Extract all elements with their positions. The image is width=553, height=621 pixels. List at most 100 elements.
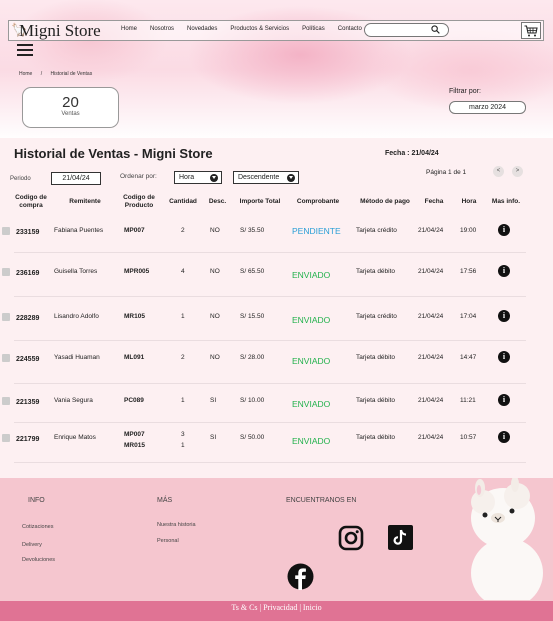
purchase-code: 236169	[16, 270, 40, 277]
total-amount: S/ 28.00	[240, 354, 265, 361]
row-checkbox[interactable]	[2, 313, 10, 321]
nav-contacto[interactable]: Contacto	[338, 26, 362, 32]
payment-method: Tarjeta débito	[356, 354, 396, 361]
row-checkbox[interactable]	[2, 354, 10, 362]
footer-link-delivery[interactable]: Delivery	[22, 542, 42, 548]
col-mas-info: Mas info.	[491, 198, 521, 205]
tiktok-icon[interactable]	[388, 525, 413, 550]
quantity: 3	[181, 431, 185, 438]
sale-date: 21/04/24	[418, 397, 444, 404]
sender-name: Fabiana Puentes	[54, 227, 104, 234]
menu-icon[interactable]	[17, 44, 33, 57]
row-divider	[14, 296, 526, 297]
total-amount: S/ 35.50	[240, 227, 265, 234]
sale-time: 19:00	[460, 227, 477, 234]
status-badge: ENVIADO	[292, 436, 331, 446]
purchase-code: 233159	[16, 229, 40, 236]
total-amount: S/ 10.00	[240, 397, 265, 404]
brand-name[interactable]: Migni Store	[19, 21, 101, 41]
footer-bottom-links[interactable]: Ts & Cs | Privacidad | Inicio	[0, 601, 553, 621]
order-direction-select[interactable]: Descendente	[233, 171, 299, 184]
instagram-icon[interactable]	[338, 525, 364, 551]
payment-method: Tarjeta débito	[356, 434, 396, 441]
info-icon[interactable]: i	[498, 265, 510, 277]
nav-novedades[interactable]: Novedades	[187, 26, 217, 32]
col-hora: Hora	[461, 198, 477, 205]
sale-time: 10:57	[460, 434, 477, 441]
footer-link-devoluciones[interactable]: Devoluciones	[22, 557, 55, 563]
prev-page-button[interactable]: <	[493, 166, 504, 177]
quantity: 1	[181, 442, 185, 449]
sales-count-value: 20	[62, 94, 79, 111]
nav-productos[interactable]: Productos & Servicios	[230, 26, 289, 32]
footer-link-personal[interactable]: Personal	[157, 538, 179, 544]
filter-month-select[interactable]: marzo 2024	[449, 101, 526, 114]
sale-date: 21/04/24	[418, 434, 444, 441]
total-amount: S/ 65.50	[240, 268, 265, 275]
col-codigo-producto: Codigo de Producto	[123, 194, 155, 209]
footer-info-title: INFO	[28, 497, 45, 504]
footer-social-title: ENCUENTRANOS EN	[286, 497, 357, 504]
discount: NO	[210, 268, 220, 275]
col-importe: Importe Total	[239, 198, 281, 205]
status-badge: ENVIADO	[292, 315, 331, 325]
footer-link-cotizaciones[interactable]: Cotizaciones	[22, 524, 54, 530]
sales-count-card: 20 Ventas	[22, 87, 119, 128]
sender-name: Guisella Torres	[54, 268, 98, 275]
order-field-select[interactable]: Hora	[174, 171, 222, 184]
period-label: Periodo	[10, 176, 31, 182]
info-icon[interactable]: i	[498, 394, 510, 406]
row-checkbox[interactable]	[2, 268, 10, 276]
page: 🦙 Migni Store Home Nosotros Novedades Pr…	[0, 0, 553, 621]
row-checkbox[interactable]	[2, 397, 10, 405]
payment-method: Tarjeta débito	[356, 268, 396, 275]
col-cantidad: Cantidad	[169, 198, 197, 205]
sender-name: Enrique Matos	[54, 434, 96, 441]
row-divider	[14, 422, 526, 423]
product-code: ML091	[124, 354, 145, 361]
purchase-code: 228289	[16, 315, 40, 322]
quantity: 1	[181, 397, 185, 404]
col-codigo-compra: Codigo de compra	[15, 194, 47, 209]
col-remitente: Remitente	[69, 198, 101, 205]
sender-name: Yasadi Huaman	[54, 354, 100, 361]
period-input[interactable]: 21/04/24	[51, 172, 101, 185]
payment-method: Tarjeta crédito	[356, 227, 397, 234]
llama-mascot-icon	[471, 478, 543, 600]
status-badge: ENVIADO	[292, 270, 331, 280]
col-desc: Desc.	[208, 198, 227, 205]
cart-icon	[524, 24, 538, 36]
info-icon[interactable]: i	[498, 351, 510, 363]
cart-button[interactable]	[521, 22, 541, 39]
purchase-code: 221359	[16, 399, 40, 406]
footer-link-historia[interactable]: Nuestra historia	[157, 522, 196, 528]
nav-nosotros[interactable]: Nosotros	[150, 26, 174, 32]
footer-mas-title: MÁS	[157, 497, 173, 504]
total-amount: S/ 15.50	[240, 313, 265, 320]
facebook-icon[interactable]	[287, 563, 314, 590]
info-icon[interactable]: i	[498, 431, 510, 443]
info-icon[interactable]: i	[498, 310, 510, 322]
info-icon[interactable]: i	[498, 224, 510, 236]
discount: SI	[210, 434, 217, 441]
sale-time: 17:04	[460, 313, 477, 320]
purchase-code: 221799	[16, 436, 40, 443]
total-amount: S/ 50.00	[240, 434, 265, 441]
page-title: Historial de Ventas - Migni Store	[14, 146, 213, 161]
row-divider	[14, 462, 526, 463]
next-page-button[interactable]: >	[512, 166, 523, 177]
nav-politicas[interactable]: Políticas	[302, 26, 325, 32]
row-checkbox[interactable]	[2, 227, 10, 235]
search-icon[interactable]	[431, 25, 440, 34]
breadcrumb: Home / Historial de Ventas	[19, 71, 99, 77]
pagination-label: Página 1 de 1	[426, 169, 467, 176]
nav-home[interactable]: Home	[121, 26, 137, 32]
row-divider	[14, 340, 526, 341]
row-checkbox[interactable]	[2, 434, 10, 442]
quantity: 4	[181, 268, 185, 275]
breadcrumb-home[interactable]: Home	[19, 71, 32, 77]
sale-time: 11:21	[460, 397, 476, 404]
search-input[interactable]	[364, 23, 449, 37]
row-divider	[14, 252, 526, 253]
history-panel	[0, 138, 553, 478]
